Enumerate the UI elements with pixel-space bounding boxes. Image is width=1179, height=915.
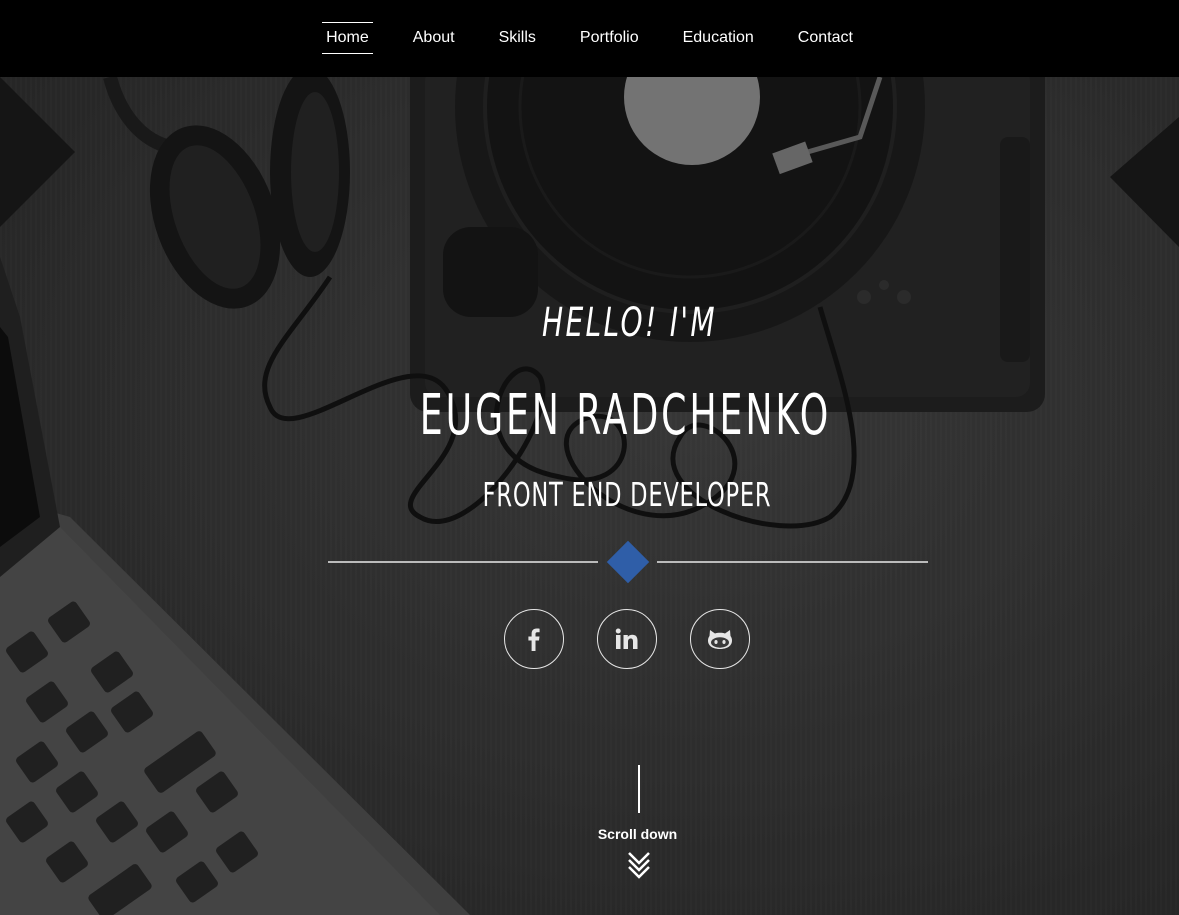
divider-line-right [657, 561, 928, 563]
divider-diamond [606, 540, 650, 584]
linkedin-icon [615, 628, 638, 649]
nav-item-education[interactable]: Education [679, 22, 758, 54]
scroll-down-link[interactable]: Scroll down [560, 826, 715, 842]
github-link[interactable] [690, 609, 750, 669]
hero-greeting: HELLO! I'M [541, 300, 717, 346]
nav-item-portfolio[interactable]: Portfolio [576, 22, 643, 54]
hero-section: HELLO! I'M EUGEN RADCHENKO FRONT END DEV… [0, 0, 1179, 915]
linkedin-link[interactable] [597, 609, 657, 669]
divider-line-left [328, 561, 598, 563]
main-nav: Home About Skills Portfolio Education Co… [0, 22, 1179, 54]
facebook-icon [528, 628, 540, 651]
double-chevron-down-icon[interactable] [627, 851, 651, 881]
top-navbar: Home About Skills Portfolio Education Co… [0, 0, 1179, 77]
scroll-indicator-line [638, 765, 640, 813]
github-icon [708, 630, 732, 649]
hero-role: FRONT END DEVELOPER [482, 475, 772, 514]
nav-item-about[interactable]: About [409, 22, 459, 54]
nav-item-skills[interactable]: Skills [495, 22, 540, 54]
facebook-link[interactable] [504, 609, 564, 669]
hero-name: EUGEN RADCHENKO [419, 383, 832, 448]
nav-item-contact[interactable]: Contact [794, 22, 857, 54]
nav-item-home[interactable]: Home [322, 22, 373, 54]
